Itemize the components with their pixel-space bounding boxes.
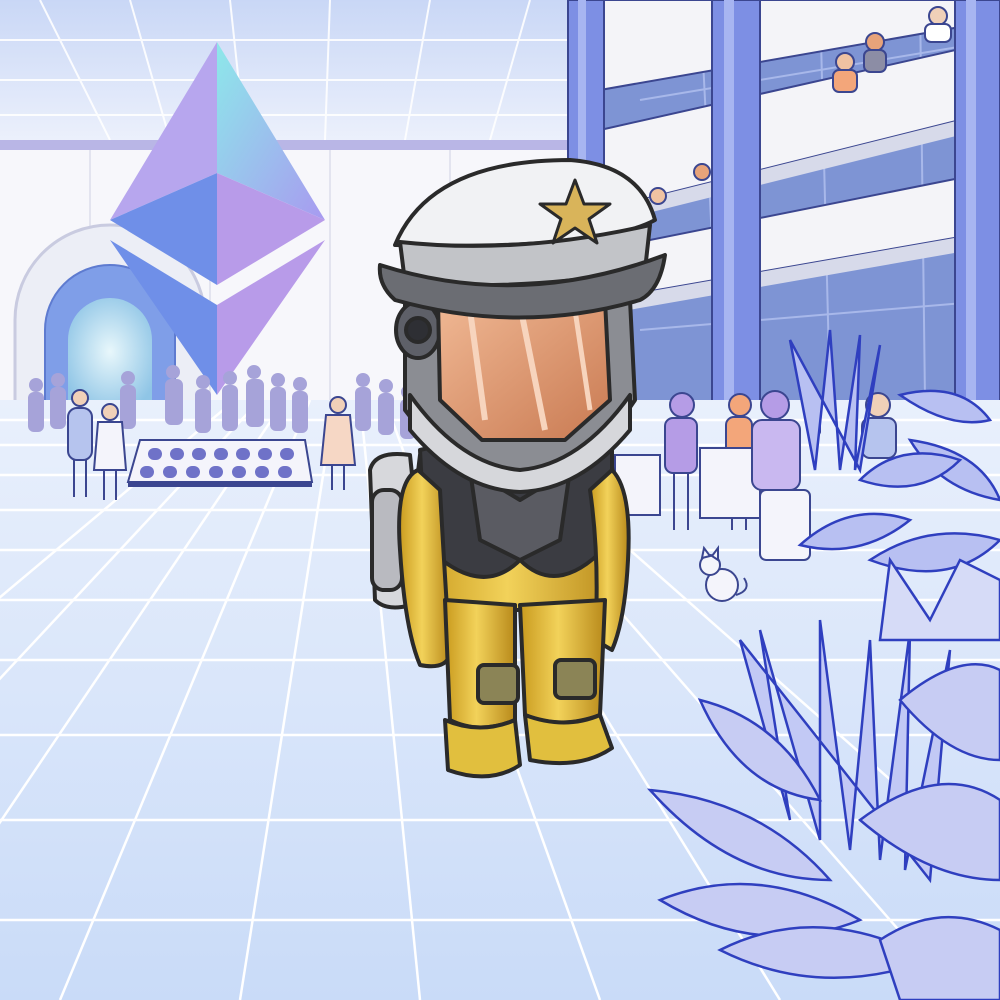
wall-trim: [0, 140, 640, 150]
scene-svg: [0, 0, 1000, 1000]
balconies: [599, 0, 1000, 401]
pedestal: [126, 439, 314, 487]
illustration-scene: [0, 0, 1000, 1000]
